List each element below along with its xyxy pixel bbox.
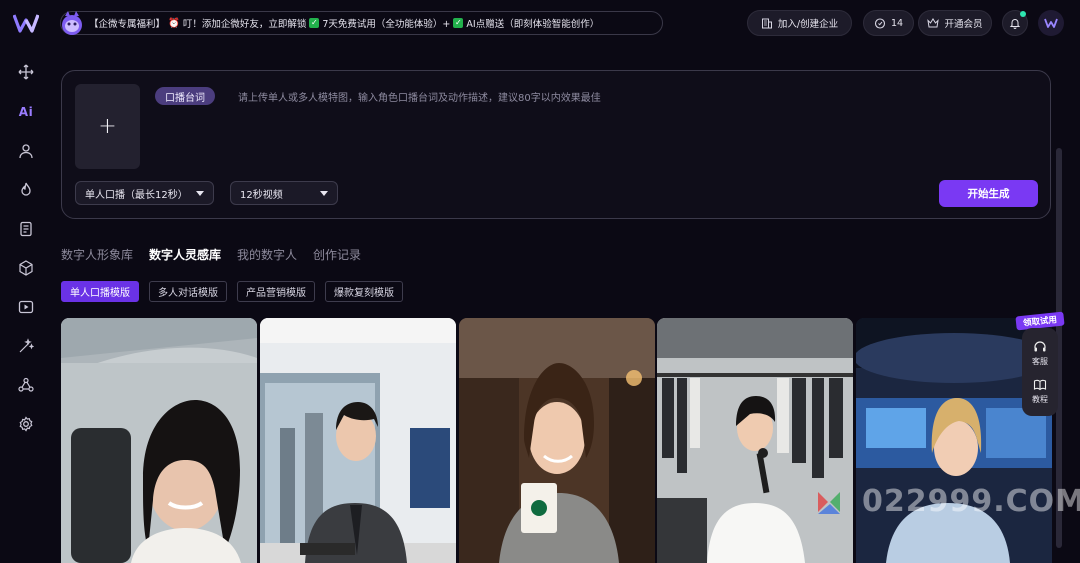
rail-item-share[interactable]	[16, 375, 36, 395]
rail-item-magic[interactable]	[16, 336, 36, 356]
notification-button[interactable]	[1002, 10, 1028, 36]
chip-single-template[interactable]: 单人口播模版	[61, 281, 139, 302]
points-value: 14	[890, 17, 904, 29]
promo-text-1: 【企微专属福利】	[89, 19, 166, 30]
rail-item-cube[interactable]	[16, 258, 36, 278]
template-thumbnail	[61, 318, 257, 563]
chevron-down-icon	[320, 190, 328, 196]
template-card[interactable]	[657, 318, 853, 563]
nodes-icon	[18, 377, 34, 392]
rail-item-document[interactable]	[16, 219, 36, 239]
bell-icon	[1009, 19, 1021, 29]
flame-icon	[21, 182, 31, 196]
enterprise-label: 加入/创建企业	[777, 19, 839, 30]
vip-button[interactable]: 开通会员	[918, 10, 992, 36]
rail-item-settings[interactable]	[16, 414, 36, 434]
template-card[interactable]	[61, 318, 257, 563]
chevron-down-icon	[196, 190, 204, 196]
plus-icon: +	[98, 114, 117, 139]
rail-item-person[interactable]	[16, 141, 36, 161]
library-tabs: 数字人形象库 数字人灵感库 我的数字人 创作记录	[61, 246, 361, 263]
side-toolbar: 客服 教程	[1022, 328, 1058, 416]
app-window: Ai 【企微专属福利】 ⏰ 叮！添加企微好友，立即解锁 ✓ 7天免费试用（全功能…	[0, 0, 1080, 563]
watermark-text: 022999.COM	[862, 484, 1080, 519]
rail-item-video[interactable]	[16, 297, 36, 317]
chip-marketing-template[interactable]: 产品营销模版	[237, 281, 315, 302]
crown-icon	[927, 18, 940, 28]
building-icon	[761, 18, 772, 29]
composer-panel: + 口播台词 请上传单人或多人模特图，输入角色口播台词及动作描述，建议80字以内…	[61, 70, 1051, 219]
service-label: 客服	[1032, 356, 1048, 366]
promo-text-2: 叮！添加企微好友，立即解锁	[182, 19, 307, 30]
avatar[interactable]	[1038, 10, 1064, 36]
tab-creation-history[interactable]: 创作记录	[313, 246, 361, 263]
promo-banner[interactable]: 【企微专属福利】 ⏰ 叮！添加企微好友，立即解锁 ✓ 7天免费试用（全功能体验）…	[60, 11, 663, 35]
template-filters: 单人口播模版 多人对话模版 产品营销模版 爆款复刻模版	[61, 281, 403, 302]
tab-inspiration-library[interactable]: 数字人灵感库	[149, 246, 221, 263]
notification-dot	[1020, 11, 1026, 17]
template-thumbnail	[657, 318, 853, 563]
tab-avatar-library[interactable]: 数字人形象库	[61, 246, 133, 263]
points-icon	[874, 18, 886, 29]
generate-label: 开始生成	[967, 188, 1010, 200]
gear-icon	[19, 416, 33, 432]
mascot-icon	[62, 11, 82, 35]
points-badge[interactable]: 14	[863, 10, 914, 36]
check-icon: ✓	[309, 18, 320, 28]
tutorial-label: 教程	[1032, 394, 1048, 404]
duration-select-value: 12秒视频	[240, 189, 283, 201]
tutorial-button[interactable]: 教程	[1032, 378, 1048, 405]
user-logo-icon	[1044, 18, 1058, 28]
rail-item-ai[interactable]: Ai	[16, 102, 36, 122]
vip-label: 开通会员	[944, 19, 983, 30]
tab-my-avatars[interactable]: 我的数字人	[237, 246, 297, 263]
template-thumbnail	[260, 318, 456, 563]
move-icon	[18, 64, 34, 80]
app-logo[interactable]	[13, 12, 39, 34]
script-tag-label: 口播台词	[165, 92, 205, 104]
rail-item-move[interactable]	[16, 62, 36, 82]
check-icon: ✓	[453, 18, 464, 28]
video-icon	[18, 300, 34, 314]
script-input[interactable]: 请上传单人或多人模特图，输入角色口播台词及动作描述，建议80字以内效果最佳	[238, 89, 601, 104]
generate-button[interactable]: 开始生成	[939, 180, 1038, 207]
promo-text-3: 7天免费试用（全功能体验）+	[322, 19, 451, 30]
cube-icon	[19, 260, 33, 276]
alarm-icon: ⏰	[168, 17, 180, 29]
customer-service-button[interactable]: 客服	[1032, 340, 1048, 367]
document-icon	[20, 221, 32, 237]
chip-dialogue-template[interactable]: 多人对话模版	[149, 281, 227, 302]
ai-label: Ai	[18, 105, 34, 119]
watermark-logo-icon	[818, 492, 840, 514]
promo-text-4: AI点赠送（即刻体验智能创作）	[466, 19, 600, 30]
magic-wand-icon	[19, 338, 34, 353]
enterprise-button[interactable]: 加入/创建企业	[747, 10, 852, 36]
template-card[interactable]	[260, 318, 456, 563]
trial-label: 领取试用	[1022, 315, 1058, 329]
upload-image-button[interactable]: +	[75, 84, 140, 169]
rail-item-hot[interactable]	[16, 180, 36, 200]
duration-select[interactable]: 12秒视频	[230, 181, 338, 205]
script-tag[interactable]: 口播台词	[155, 87, 215, 105]
chip-replica-template[interactable]: 爆款复刻模版	[325, 281, 403, 302]
mode-select[interactable]: 单人口播（最长12秒）	[75, 181, 214, 205]
person-icon	[19, 144, 33, 159]
mode-select-value: 单人口播（最长12秒）	[85, 189, 188, 201]
template-card[interactable]	[459, 318, 655, 563]
template-thumbnail	[459, 318, 655, 563]
left-sidebar: Ai	[0, 0, 52, 563]
book-icon	[1033, 379, 1047, 390]
headset-icon	[1034, 340, 1046, 351]
